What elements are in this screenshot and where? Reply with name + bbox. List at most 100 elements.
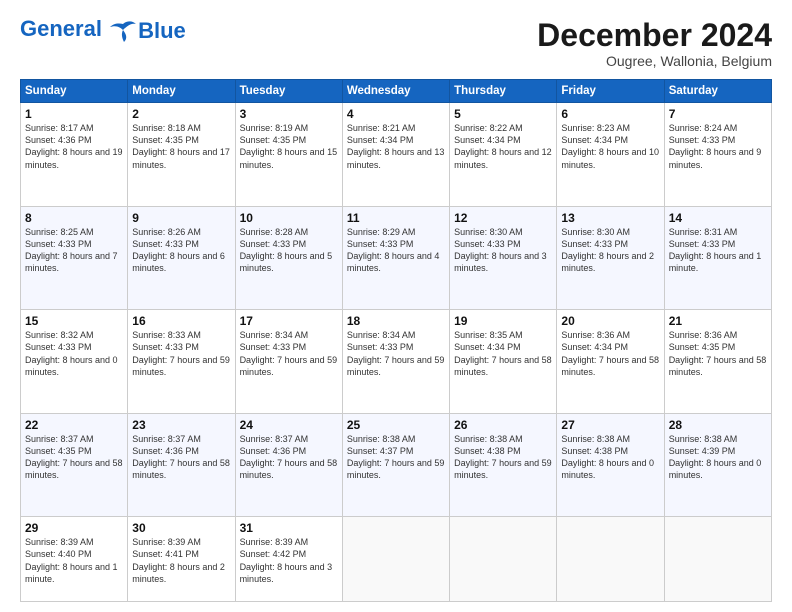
cell-info: Sunrise: 8:36 AMSunset: 4:34 PMDaylight:… <box>561 330 659 376</box>
day-number: 26 <box>454 418 552 432</box>
col-header-friday: Friday <box>557 80 664 103</box>
day-number: 4 <box>347 107 445 121</box>
cell-info: Sunrise: 8:39 AMSunset: 4:42 PMDaylight:… <box>240 537 333 583</box>
calendar-cell: 24Sunrise: 8:37 AMSunset: 4:36 PMDayligh… <box>235 413 342 517</box>
day-number: 5 <box>454 107 552 121</box>
calendar-cell: 27Sunrise: 8:38 AMSunset: 4:38 PMDayligh… <box>557 413 664 517</box>
cell-info: Sunrise: 8:37 AMSunset: 4:36 PMDaylight:… <box>132 434 230 480</box>
cell-info: Sunrise: 8:29 AMSunset: 4:33 PMDaylight:… <box>347 227 440 273</box>
day-number: 23 <box>132 418 230 432</box>
calendar-cell: 10 Sunrise: 8:28 AMSunset: 4:33 PMDayligh… <box>235 206 342 310</box>
calendar-cell: 17Sunrise: 8:34 AMSunset: 4:33 PMDayligh… <box>235 310 342 414</box>
subtitle: Ougree, Wallonia, Belgium <box>537 53 772 69</box>
cell-info: Sunrise: 8:25 AMSunset: 4:33 PMDaylight:… <box>25 227 118 273</box>
cell-info: Sunrise: 8:38 AMSunset: 4:38 PMDaylight:… <box>454 434 552 480</box>
cell-info: Sunrise: 8:17 AMSunset: 4:36 PMDaylight:… <box>25 123 123 169</box>
calendar-cell: 25 Sunrise: 8:38 AMSunset: 4:37 PMDayligh… <box>342 413 449 517</box>
calendar-cell: 15 Sunrise: 8:32 AMSunset: 4:33 PMDayligh… <box>21 310 128 414</box>
cell-info: Sunrise: 8:30 AMSunset: 4:33 PMDaylight:… <box>561 227 654 273</box>
day-number: 30 <box>132 521 230 535</box>
logo-blue: Blue <box>138 20 186 42</box>
calendar-week-row: 22 Sunrise: 8:37 AMSunset: 4:35 PMDayligh… <box>21 413 772 517</box>
page: General Blue December 2024 Ougree, Wallo… <box>0 0 792 612</box>
calendar-table: SundayMondayTuesdayWednesdayThursdayFrid… <box>20 79 772 602</box>
calendar-cell: 18Sunrise: 8:34 AMSunset: 4:33 PMDayligh… <box>342 310 449 414</box>
cell-info: Sunrise: 8:19 AMSunset: 4:35 PMDaylight:… <box>240 123 338 169</box>
col-header-tuesday: Tuesday <box>235 80 342 103</box>
cell-info: Sunrise: 8:22 AMSunset: 4:34 PMDaylight:… <box>454 123 552 169</box>
day-number: 16 <box>132 314 230 328</box>
day-number: 25 <box>347 418 445 432</box>
calendar-cell: 19Sunrise: 8:35 AMSunset: 4:34 PMDayligh… <box>450 310 557 414</box>
day-number: 22 <box>25 418 123 432</box>
day-number: 20 <box>561 314 659 328</box>
calendar-cell: 16 Sunrise: 8:33 AMSunset: 4:33 PMDayligh… <box>128 310 235 414</box>
calendar-header-row: SundayMondayTuesdayWednesdayThursdayFrid… <box>21 80 772 103</box>
day-number: 9 <box>132 211 230 225</box>
calendar-cell <box>450 517 557 602</box>
logo-bird-icon <box>110 20 136 42</box>
header: General Blue December 2024 Ougree, Wallo… <box>20 18 772 69</box>
day-number: 10 <box>240 211 338 225</box>
calendar-cell: 23 Sunrise: 8:37 AMSunset: 4:36 PMDayligh… <box>128 413 235 517</box>
day-number: 2 <box>132 107 230 121</box>
title-block: December 2024 Ougree, Wallonia, Belgium <box>537 18 772 69</box>
cell-info: Sunrise: 8:35 AMSunset: 4:34 PMDaylight:… <box>454 330 552 376</box>
cell-info: Sunrise: 8:39 AMSunset: 4:40 PMDaylight:… <box>25 537 118 583</box>
calendar-cell: 12 Sunrise: 8:30 AMSunset: 4:33 PMDayligh… <box>450 206 557 310</box>
day-number: 1 <box>25 107 123 121</box>
calendar-cell <box>664 517 771 602</box>
calendar-cell: 9 Sunrise: 8:26 AMSunset: 4:33 PMDaylight… <box>128 206 235 310</box>
cell-info: Sunrise: 8:24 AMSunset: 4:33 PMDaylight:… <box>669 123 762 169</box>
cell-info: Sunrise: 8:38 AMSunset: 4:39 PMDaylight:… <box>669 434 762 480</box>
cell-info: Sunrise: 8:38 AMSunset: 4:37 PMDaylight:… <box>347 434 445 480</box>
cell-info: Sunrise: 8:31 AMSunset: 4:33 PMDaylight:… <box>669 227 762 273</box>
cell-info: Sunrise: 8:37 AMSunset: 4:35 PMDaylight:… <box>25 434 123 480</box>
cell-info: Sunrise: 8:28 AMSunset: 4:33 PMDaylight:… <box>240 227 333 273</box>
cell-info: Sunrise: 8:18 AMSunset: 4:35 PMDaylight:… <box>132 123 230 169</box>
calendar-cell: 7Sunrise: 8:24 AMSunset: 4:33 PMDaylight… <box>664 103 771 207</box>
day-number: 15 <box>25 314 123 328</box>
col-header-wednesday: Wednesday <box>342 80 449 103</box>
day-number: 21 <box>669 314 767 328</box>
calendar-week-row: 15 Sunrise: 8:32 AMSunset: 4:33 PMDayligh… <box>21 310 772 414</box>
cell-info: Sunrise: 8:21 AMSunset: 4:34 PMDaylight:… <box>347 123 445 169</box>
calendar-week-row: 1 Sunrise: 8:17 AMSunset: 4:36 PMDaylight… <box>21 103 772 207</box>
calendar-cell: 11Sunrise: 8:29 AMSunset: 4:33 PMDayligh… <box>342 206 449 310</box>
calendar-cell: 21 Sunrise: 8:36 AMSunset: 4:35 PMDayligh… <box>664 310 771 414</box>
col-header-sunday: Sunday <box>21 80 128 103</box>
cell-info: Sunrise: 8:36 AMSunset: 4:35 PMDaylight:… <box>669 330 767 376</box>
cell-info: Sunrise: 8:30 AMSunset: 4:33 PMDaylight:… <box>454 227 547 273</box>
calendar-cell: 26 Sunrise: 8:38 AMSunset: 4:38 PMDayligh… <box>450 413 557 517</box>
day-number: 31 <box>240 521 338 535</box>
day-number: 14 <box>669 211 767 225</box>
main-title: December 2024 <box>537 18 772 53</box>
calendar-cell: 1 Sunrise: 8:17 AMSunset: 4:36 PMDaylight… <box>21 103 128 207</box>
day-number: 3 <box>240 107 338 121</box>
day-number: 6 <box>561 107 659 121</box>
calendar-cell: 6 Sunrise: 8:23 AMSunset: 4:34 PMDaylight… <box>557 103 664 207</box>
calendar-cell: 2 Sunrise: 8:18 AMSunset: 4:35 PMDaylight… <box>128 103 235 207</box>
cell-info: Sunrise: 8:23 AMSunset: 4:34 PMDaylight:… <box>561 123 659 169</box>
calendar-cell: 28 Sunrise: 8:38 AMSunset: 4:39 PMDayligh… <box>664 413 771 517</box>
logo-general: General <box>20 16 102 41</box>
day-number: 17 <box>240 314 338 328</box>
calendar-cell: 20 Sunrise: 8:36 AMSunset: 4:34 PMDayligh… <box>557 310 664 414</box>
day-number: 12 <box>454 211 552 225</box>
day-number: 28 <box>669 418 767 432</box>
day-number: 29 <box>25 521 123 535</box>
cell-info: Sunrise: 8:26 AMSunset: 4:33 PMDaylight:… <box>132 227 225 273</box>
cell-info: Sunrise: 8:32 AMSunset: 4:33 PMDaylight:… <box>25 330 118 376</box>
calendar-cell: 30Sunrise: 8:39 AMSunset: 4:41 PMDayligh… <box>128 517 235 602</box>
cell-info: Sunrise: 8:38 AMSunset: 4:38 PMDaylight:… <box>561 434 654 480</box>
cell-info: Sunrise: 8:37 AMSunset: 4:36 PMDaylight:… <box>240 434 338 480</box>
calendar-cell: 8Sunrise: 8:25 AMSunset: 4:33 PMDaylight… <box>21 206 128 310</box>
calendar-cell: 31 Sunrise: 8:39 AMSunset: 4:42 PMDayligh… <box>235 517 342 602</box>
cell-info: Sunrise: 8:34 AMSunset: 4:33 PMDaylight:… <box>347 330 445 376</box>
col-header-thursday: Thursday <box>450 80 557 103</box>
calendar-cell: 14 Sunrise: 8:31 AMSunset: 4:33 PMDayligh… <box>664 206 771 310</box>
calendar-cell: 3 Sunrise: 8:19 AMSunset: 4:35 PMDaylight… <box>235 103 342 207</box>
col-header-saturday: Saturday <box>664 80 771 103</box>
cell-info: Sunrise: 8:33 AMSunset: 4:33 PMDaylight:… <box>132 330 230 376</box>
logo-text: General <box>20 18 138 41</box>
